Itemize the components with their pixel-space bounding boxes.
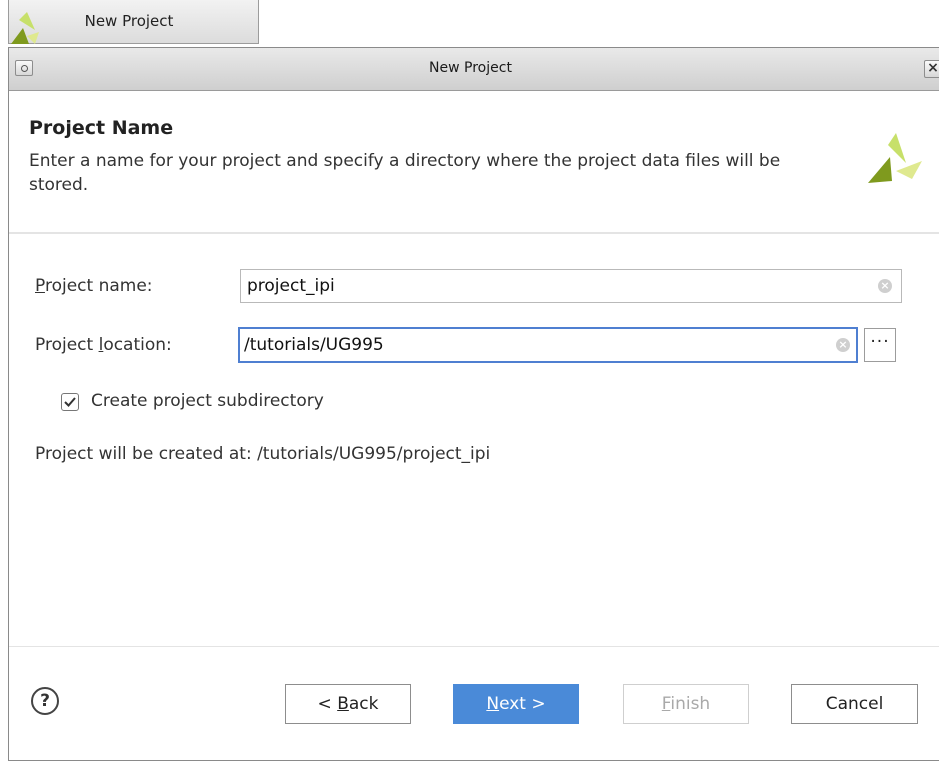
project-name-label: Project name:: [35, 276, 153, 296]
screen: New Project New Project × Project Name E…: [0, 0, 939, 761]
close-button[interactable]: ×: [924, 60, 939, 78]
next-button[interactable]: Next >: [453, 684, 579, 724]
project-path-preview: Project will be created at: /tutorials/U…: [35, 444, 491, 464]
project-location-label: Project location:: [35, 335, 172, 355]
cancel-button[interactable]: Cancel: [791, 684, 918, 724]
project-location-field[interactable]: /tutorials/UG995 ×: [238, 327, 858, 363]
project-name-field[interactable]: project_ipi ×: [240, 269, 902, 303]
page-title: Project Name: [29, 117, 174, 139]
help-icon[interactable]: ?: [31, 687, 59, 715]
wizard-footer: ? < Back Next > Finish Cancel: [9, 646, 939, 760]
dialog-titlebar[interactable]: New Project ×: [9, 48, 939, 91]
taskbar-tab-label: New Project: [84, 12, 174, 30]
checkmark-icon: [64, 397, 76, 407]
xilinx-logo-icon: [868, 133, 922, 183]
wizard-header: Project Name Enter a name for your proje…: [9, 91, 939, 234]
project-name-value: project_ipi: [247, 276, 335, 296]
clear-icon[interactable]: ×: [836, 338, 850, 352]
back-button[interactable]: < Back: [285, 684, 411, 724]
browse-button[interactable]: ···: [864, 328, 896, 362]
page-description: Enter a name for your project and specif…: [29, 151, 781, 195]
dialog-title: New Project: [429, 60, 512, 76]
project-location-value: /tutorials/UG995: [244, 335, 384, 355]
clear-icon[interactable]: ×: [878, 279, 892, 293]
create-subdirectory-label[interactable]: Create project subdirectory: [91, 391, 324, 411]
finish-button: Finish: [623, 684, 749, 724]
taskbar-tab[interactable]: New Project: [8, 0, 259, 44]
new-project-dialog: New Project × Project Name Enter a name …: [8, 47, 939, 761]
create-subdirectory-checkbox[interactable]: [61, 393, 79, 411]
wizard-body: Project name: project_ipi × Project loca…: [9, 234, 939, 646]
